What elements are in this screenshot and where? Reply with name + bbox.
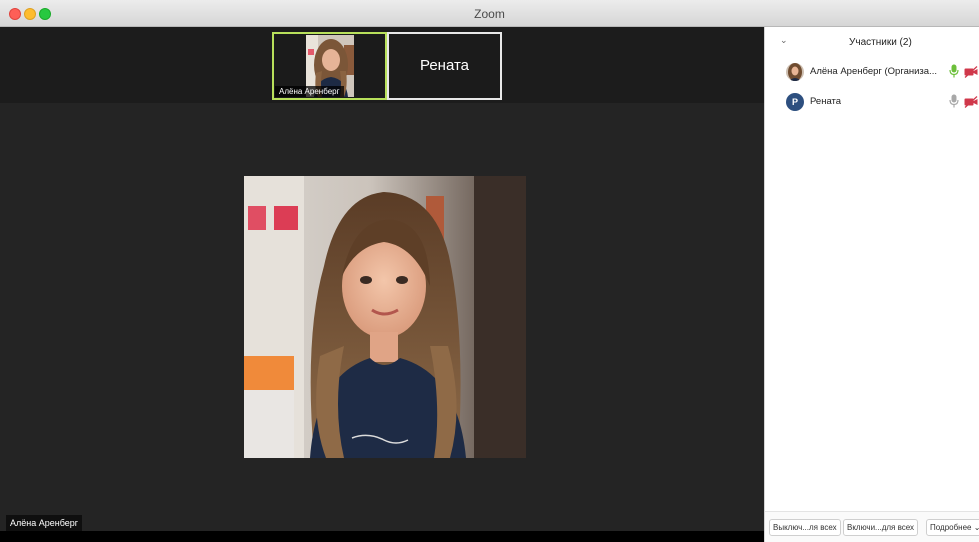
more-options-label: Подробнее [930,523,972,532]
video-tile-renata[interactable]: Рената [387,32,502,100]
participant-name: Рената [810,96,842,107]
tile-name-label: Алёна Аренберг [275,86,344,97]
title-bar: Zoom [0,0,979,27]
participant-row[interactable]: Р Рената [765,90,979,114]
video-off-icon[interactable] [964,95,978,113]
participants-panel-footer: Выключ...ля всех Включи...для всех Подро… [765,511,979,542]
control-bar [0,531,764,542]
avatar [786,63,804,81]
participant-name: Алёна Аренберг (Организа... [810,66,937,77]
microphone-muted-icon[interactable] [949,94,959,113]
participants-panel: ⌄ Участники (2) Алёна Аренберг (Организа… [764,27,979,542]
mute-all-button[interactable]: Выключ...ля всех [769,519,841,536]
video-area: Алёна Аренберг Рената Алёна Аренберг [0,27,764,542]
participant-row[interactable]: Алёна Аренберг (Организа... [765,60,979,84]
unmute-all-button[interactable]: Включи...для всех [843,519,919,536]
chevron-down-icon[interactable]: ⌄ [780,35,788,46]
video-tile-alena[interactable]: Алёна Аренберг [272,32,387,100]
active-speaker-name: Алёна Аренберг [6,515,83,531]
microphone-icon[interactable] [949,64,959,83]
active-speaker-video [244,176,526,458]
video-off-icon[interactable] [964,65,978,83]
gallery-strip: Алёна Аренберг Рената [0,27,764,103]
chevron-down-icon: ⌄ [973,523,979,532]
tile-name-label: Рената [419,57,470,74]
avatar: Р [786,93,804,111]
participants-panel-title: Участники (2) [849,37,912,48]
participants-panel-header: ⌄ Участники (2) [765,27,979,57]
more-options-button[interactable]: Подробнее ⌄ [926,519,979,536]
window-title: Zoom [474,7,505,21]
